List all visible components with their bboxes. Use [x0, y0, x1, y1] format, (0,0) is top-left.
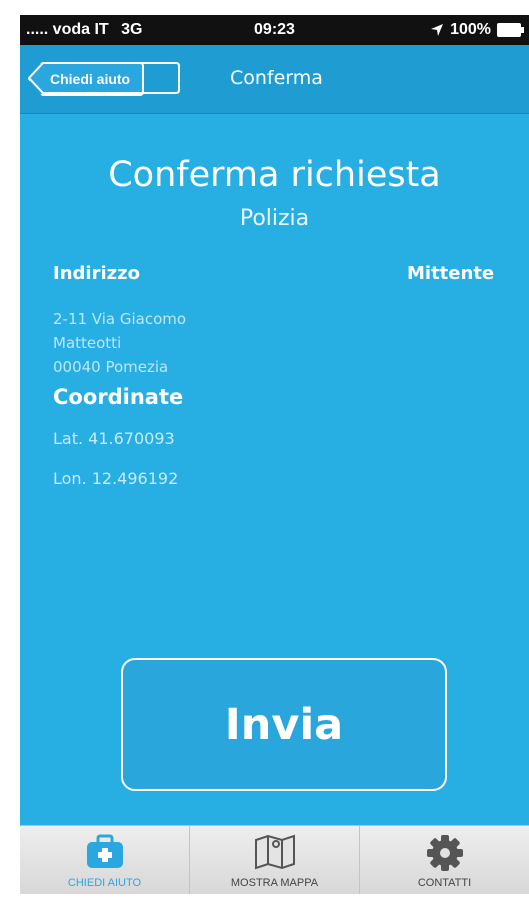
- coordinates-label: Coordinate: [53, 385, 184, 409]
- tab-label: CONTATTI: [417, 877, 472, 889]
- battery-icon: [497, 23, 524, 37]
- address-line-2: Matteotti: [53, 334, 122, 352]
- nav-title: Conferma: [230, 67, 323, 89]
- battery-percent: 100%: [450, 21, 491, 38]
- latitude-value: Lat. 41.670093: [53, 429, 175, 448]
- tab-chiedi-aiuto[interactable]: CHIEDI AIUTO: [20, 826, 190, 894]
- longitude-value: Lon. 12.496192: [53, 469, 179, 488]
- send-button[interactable]: Invia: [121, 658, 447, 791]
- address-line-1: 2-11 Via Giacomo: [53, 310, 187, 328]
- status-bar: ..... voda IT 3G 09:23 100%: [20, 15, 529, 45]
- tab-label: MOSTRA MAPPA: [230, 877, 319, 889]
- tab-contatti[interactable]: CONTATTI: [360, 826, 529, 894]
- service-name: Polizia: [239, 206, 310, 231]
- tab-mostra-mappa[interactable]: MOSTRA MAPPA: [190, 826, 360, 894]
- address-label: Indirizzo: [53, 263, 140, 284]
- page-title: Conferma richiesta: [108, 155, 441, 195]
- gear-icon: [426, 835, 463, 871]
- status-right: 100%: [430, 21, 524, 39]
- phone-screen: ..... voda IT 3G 09:23 100% Chiedi aiuto…: [20, 15, 529, 894]
- tab-label: CHIEDI AIUTO: [67, 877, 142, 889]
- first-aid-kit-icon: [86, 834, 123, 868]
- sender-label: Mittente: [407, 263, 495, 284]
- navigation-bar: Chiedi aiuto Conferma: [20, 45, 529, 114]
- location-arrow-icon: [431, 24, 444, 36]
- address-text: 2-11 Via Giacomo Matteotti 00040 Pomezia: [53, 307, 273, 379]
- map-icon: [254, 834, 295, 870]
- address-line-3: 00040 Pomezia: [53, 358, 169, 376]
- back-button-outline: [28, 62, 180, 94]
- tab-bar: CHIEDI AIUTO MOSTRA MAPPA CONTATTI: [20, 825, 529, 894]
